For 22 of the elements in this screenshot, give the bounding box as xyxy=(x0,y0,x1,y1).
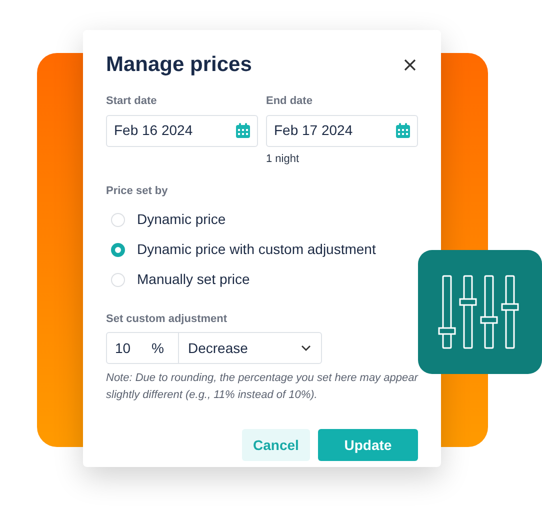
close-button[interactable] xyxy=(402,56,418,73)
direction-dropdown[interactable]: Decrease xyxy=(179,333,321,364)
option-label[interactable]: Dynamic price with custom adjustment xyxy=(137,239,376,260)
percent-unit: % xyxy=(152,338,164,358)
field-label: Start date xyxy=(106,94,158,110)
option-label[interactable]: Manually set price xyxy=(137,269,250,290)
chevron-down-icon xyxy=(301,345,311,352)
field-label: Price set by xyxy=(106,184,169,200)
radio-button[interactable] xyxy=(111,242,125,257)
sliders-icon xyxy=(438,275,522,349)
date-field[interactable]: Feb 17 2024 xyxy=(266,114,418,147)
option-label[interactable]: Dynamic price xyxy=(137,209,226,230)
note-text: Note: Due to rounding, the percentage you set here may appear slightly different (e.g., 11% instead of 10%). xyxy=(106,371,418,404)
calendar-icon xyxy=(396,123,410,138)
calendar-icon xyxy=(236,123,250,138)
dialog-title: Manage prices xyxy=(106,52,252,78)
adjustment-field[interactable]: 10 % Decrease xyxy=(106,332,322,364)
field-label: Set custom adjustment xyxy=(106,312,228,327)
amount-value: 10 xyxy=(115,338,131,358)
field-label: End date xyxy=(266,94,314,110)
date-field[interactable]: Feb 16 2024 xyxy=(106,114,258,147)
hint-text: 1 night xyxy=(266,152,300,167)
